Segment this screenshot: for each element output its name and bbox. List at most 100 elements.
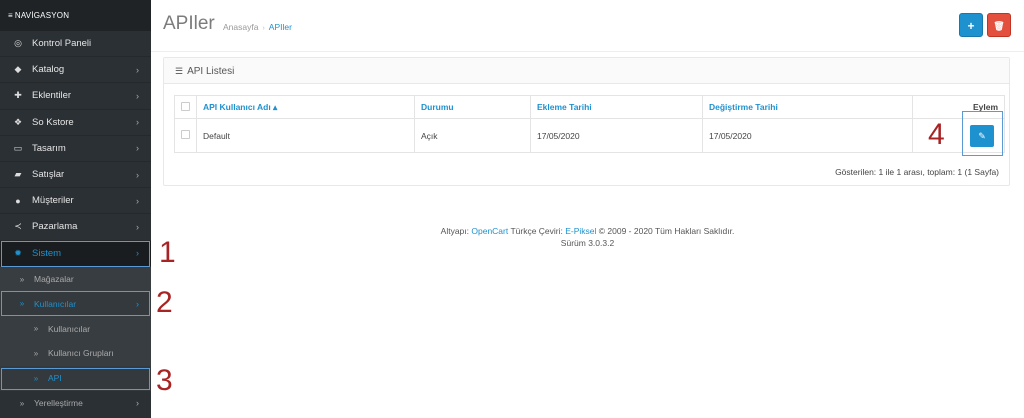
system-submenu: » Mağazalar » Kullanıcılar › » Kullanıcı… [0,266,151,416]
sidebar-item-customers[interactable]: ● Müşteriler › [0,188,151,215]
column-header-date-added[interactable]: Ekleme Tarihi [530,95,703,119]
footer-version: Sürüm 3.0.3.2 [560,238,615,248]
sidebar-item-label: Kullanıcılar [34,298,77,309]
panel-heading: ☰ API Listesi [164,58,1009,84]
double-chevron-icon: » [33,348,39,358]
desktop-icon: ▭ [13,142,23,153]
column-header-action: Eylem [912,95,1005,119]
annotation-number-2: 2 [156,286,173,319]
opencart-link[interactable]: OpenCart [471,226,508,236]
pagination-summary: Gösterilen: 1 ile 1 arası, toplam: 1 (1 … [835,167,999,177]
column-header-date-modified[interactable]: Değiştirme Tarihi [702,95,913,119]
double-chevron-icon: » [19,299,25,309]
chevron-right-icon: › [136,248,139,259]
api-table: API Kullanıcı Adı ▴ Durumu Ekleme Tarihi… [174,95,1005,153]
sidebar-item-users[interactable]: » Kullanıcılar [0,316,151,341]
cart-icon: ▰ [14,169,22,180]
sidebar-item-label: Pazarlama [32,221,78,233]
sidebar-item-label: API [48,373,62,384]
sidebar-item-label: Katalog [32,64,65,76]
footer: Altyapı: OpenCart Türkçe Çeviri: E-Pikse… [151,225,1024,249]
breadcrumb-current-link[interactable]: APIler [269,22,292,32]
row-select-cell [174,118,197,153]
add-button[interactable]: + [959,13,983,37]
sidebar-item-marketing[interactable]: ≺ Pazarlama › [0,214,151,241]
navigation-header: ≡ NAVİGASYON [0,0,151,31]
sidebar-item-users-group[interactable]: » Kullanıcılar › [0,291,151,317]
select-all-header [174,95,197,119]
plus-icon: + [967,19,975,33]
double-chevron-icon: » [19,398,25,408]
gear-icon: ✹ [14,247,22,258]
sidebar-item-catalog[interactable]: ◆ Katalog › [0,57,151,84]
cell-date-modified: 17/05/2020 [702,118,913,153]
cell-status: Açık [414,118,531,153]
sidebar: ≡ NAVİGASYON ◎ Kontrol Paneli ◆ Katalog ›… [0,0,151,418]
cell-date-added: 17/05/2020 [530,118,703,153]
row-checkbox[interactable] [181,130,190,139]
sidebar-item-label: Eklentiler [32,90,72,102]
cubes-icon: ❖ [13,116,23,127]
pencil-icon: ✎ [978,130,986,141]
chevron-right-icon: › [136,143,139,154]
chevron-right-icon: › [136,398,139,409]
users-submenu: » Kullanıcılar » Kullanıcı Grupları » AP… [0,316,151,391]
double-chevron-icon: » [19,274,25,284]
annotation-number-1: 1 [159,236,176,269]
annotation-number-4: 4 [928,118,945,151]
chevron-right-icon: › [136,117,139,128]
chevron-right-icon: › [136,169,139,180]
breadcrumb: Anasayfa › APIler [223,22,292,32]
delete-button[interactable]: 🗑 [987,13,1011,37]
sidebar-item-label: Satışlar [32,169,65,181]
sidebar-item-dashboard[interactable]: ◎ Kontrol Paneli [0,31,151,58]
sidebar-item-label: Kullanıcılar [48,323,91,334]
chevron-right-icon: › [136,195,139,206]
puzzle-icon: ✚ [14,90,22,101]
sidebar-item-sales[interactable]: ▰ Satışlar › [0,162,151,189]
cell-action: ✎ [912,118,1005,153]
sidebar-item-stores[interactable]: » Mağazalar [0,267,151,292]
annotation-number-3: 3 [156,364,173,397]
chevron-right-icon: › [136,298,139,309]
main-content: APIler Anasayfa › APIler + 🗑 ☰ API Listesi … [151,0,1024,418]
api-list-panel: ☰ API Listesi API Kullanıcı Adı ▴ Durumu … [163,57,1010,186]
hamburger-icon: ≡ [8,11,13,20]
table-header-row: API Kullanıcı Adı ▴ Durumu Ekleme Tarihi… [174,95,1005,119]
chevron-right-icon: › [136,64,139,75]
sidebar-item-label: Müşteriler [32,195,74,207]
column-header-status[interactable]: Durumu [414,95,531,119]
breadcrumb-separator: › [262,25,265,32]
navigation-header-label: NAVİGASYON [14,11,70,20]
chevron-right-icon: › [136,221,139,232]
footer-credits: Altyapı: OpenCart Türkçe Çeviri: E-Pikse… [151,225,1024,237]
list-icon: ☰ [175,66,184,76]
user-icon: ● [15,195,21,206]
select-all-checkbox[interactable] [181,101,190,111]
tag-icon: ◆ [14,64,22,75]
sidebar-item-so-kstore[interactable]: ❖ So Kstore › [0,110,151,136]
table-row: Default Açık 17/05/2020 17/05/2020 ✎ [174,118,1005,153]
sidebar-item-extensions[interactable]: ✚ Eklentiler › [0,83,151,110]
footer-translation: Türkçe Çeviri: [508,226,566,236]
footer-prefix: Altyapı: [440,226,472,236]
sidebar-item-system[interactable]: ✹ Sistem › [0,240,151,267]
sidebar-item-label: Yerelleştirme [34,398,83,409]
sidebar-item-label: Sistem [32,247,62,259]
column-header-username[interactable]: API Kullanıcı Adı ▴ [196,95,415,119]
sidebar-item-localisation[interactable]: » Yerelleştirme › [0,390,151,416]
sidebar-item-api[interactable]: » API [0,365,151,391]
dashboard-icon: ◎ [14,38,22,49]
sidebar-item-user-groups[interactable]: » Kullanıcı Grupları [0,341,151,366]
trash-icon: 🗑 [993,21,1005,31]
epiksel-link[interactable]: E-Piksel [565,226,596,236]
page-title: APIler [163,13,215,34]
chevron-right-icon: › [136,90,139,101]
breadcrumb-home-link[interactable]: Anasayfa [223,22,258,32]
page-header: APIler Anasayfa › APIler + 🗑 [151,0,1024,52]
sidebar-item-label: Kontrol Paneli [32,38,92,50]
panel-title: API Listesi [187,66,235,77]
sidebar-item-design[interactable]: ▭ Tasarım › [0,136,151,162]
double-chevron-icon: » [33,373,39,383]
edit-button[interactable]: ✎ [970,124,994,147]
